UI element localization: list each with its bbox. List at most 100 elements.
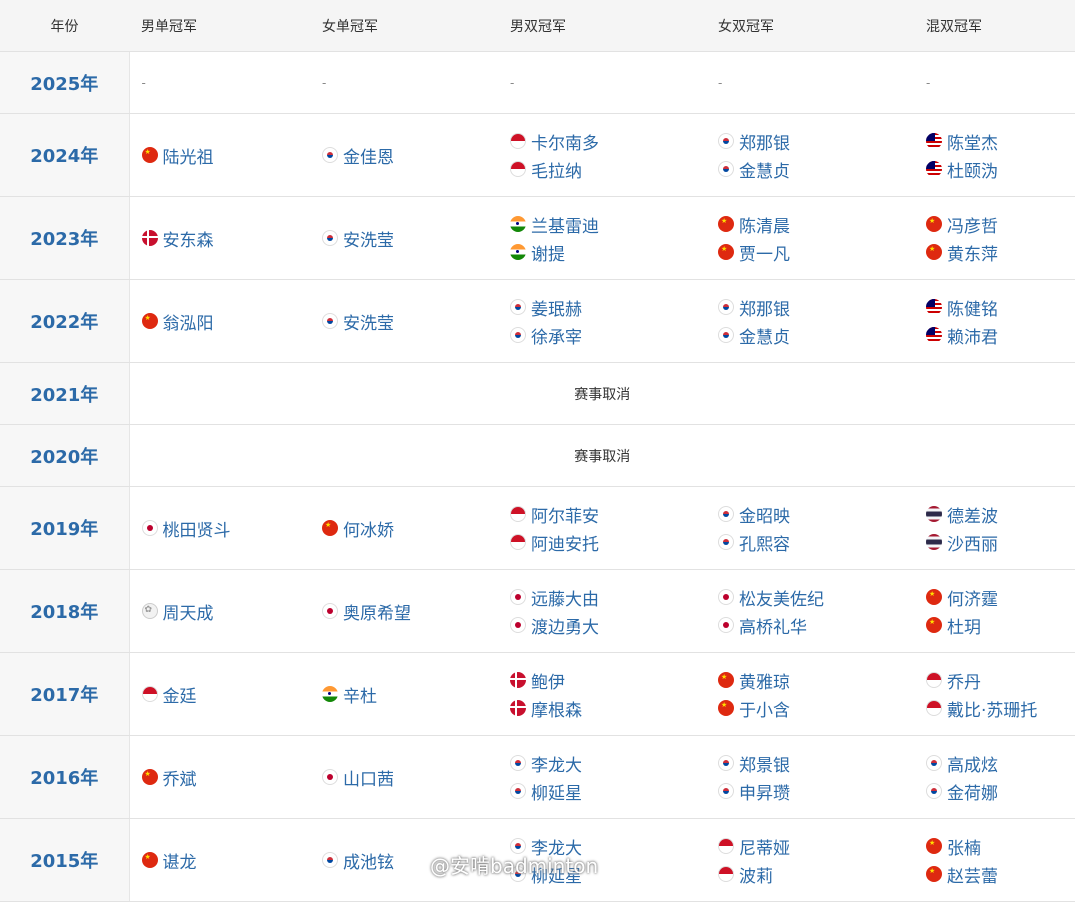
player-entry[interactable]: 谢提 [510,238,706,266]
player-entry[interactable]: 高成炫 [926,749,1075,777]
player-name[interactable]: 山口茜 [343,765,394,790]
player-entry[interactable]: 鲍伊 [510,666,706,694]
player-entry[interactable]: 冯彦哲 [926,210,1075,238]
player-entry[interactable]: 李龙大 [510,749,706,777]
player-entry[interactable]: 柳延星 [510,860,706,888]
player-entry[interactable]: 成池铉 [322,846,498,874]
player-name[interactable]: 何冰娇 [343,516,394,541]
player-name[interactable]: 尼蒂娅 [739,834,790,859]
player-name[interactable]: 安东森 [163,226,214,251]
player-entry[interactable]: 山口茜 [322,763,498,791]
player-entry[interactable]: 渡边勇大 [510,611,706,639]
player-entry[interactable]: 金昭映 [718,500,914,528]
player-entry[interactable]: 金廷 [141,680,311,708]
player-entry[interactable]: 黄雅琼 [718,666,914,694]
player-name[interactable]: 杜颐沩 [947,157,998,182]
player-name[interactable]: 谌龙 [163,848,197,873]
player-name[interactable]: 毛拉纳 [531,157,582,182]
player-name[interactable]: 高成炫 [947,751,998,776]
player-entry[interactable]: 姜珉赫 [510,293,706,321]
player-name[interactable]: 黄雅琼 [739,668,790,693]
player-name[interactable]: 李龙大 [531,751,582,776]
player-entry[interactable]: 孔熙容 [718,528,914,556]
player-entry[interactable]: 黄东萍 [926,238,1075,266]
player-name[interactable]: 李龙大 [531,834,582,859]
player-entry[interactable]: 陆光祖 [141,141,311,169]
player-name[interactable]: 波莉 [739,862,773,887]
player-name[interactable]: 松友美佐纪 [739,585,824,610]
player-entry[interactable]: 乔斌 [141,763,311,791]
player-entry[interactable]: 郑那银 [718,127,914,155]
player-entry[interactable]: 陈健铭 [926,293,1075,321]
player-entry[interactable]: 陈清晨 [718,210,914,238]
player-entry[interactable]: 徐承宰 [510,321,706,349]
player-name[interactable]: 鲍伊 [531,668,565,693]
player-entry[interactable]: 赖沛君 [926,321,1075,349]
player-entry[interactable]: 兰基雷迪 [510,210,706,238]
player-name[interactable]: 黄东萍 [947,240,998,265]
player-name[interactable]: 高桥礼华 [739,613,807,638]
player-name[interactable]: 金廷 [163,682,197,707]
player-name[interactable]: 兰基雷迪 [531,212,599,237]
player-entry[interactable]: 杜颐沩 [926,155,1075,183]
player-name[interactable]: 金昭映 [739,502,790,527]
player-entry[interactable]: 何冰娇 [322,514,498,542]
player-entry[interactable]: 阿迪安托 [510,528,706,556]
player-entry[interactable]: 辛杜 [322,680,498,708]
player-entry[interactable]: 金佳恩 [322,141,498,169]
player-name[interactable]: 赵芸蕾 [947,862,998,887]
player-name[interactable]: 卡尔南多 [531,129,599,154]
player-entry[interactable]: 翁泓阳 [141,307,311,335]
player-name[interactable]: 陆光祖 [163,143,214,168]
player-name[interactable]: 德差波 [947,502,998,527]
player-name[interactable]: 乔斌 [163,765,197,790]
player-name[interactable]: 周天成 [163,599,214,624]
player-name[interactable]: 安洗莹 [343,309,394,334]
player-name[interactable]: 郑景银 [739,751,790,776]
player-entry[interactable]: 桃田贤斗 [141,514,311,542]
player-name[interactable]: 安洗莹 [343,226,394,251]
player-entry[interactable]: 尼蒂娅 [718,832,914,860]
player-name[interactable]: 柳延星 [531,779,582,804]
player-entry[interactable]: 乔丹 [926,666,1075,694]
player-name[interactable]: 金荷娜 [947,779,998,804]
player-entry[interactable]: 杜玥 [926,611,1075,639]
player-entry[interactable]: 波莉 [718,860,914,888]
player-name[interactable]: 徐承宰 [531,323,582,348]
player-name[interactable]: 阿尔菲安 [531,502,599,527]
player-name[interactable]: 桃田贤斗 [163,516,231,541]
player-entry[interactable]: 安东森 [141,224,311,252]
player-name[interactable]: 谢提 [531,240,565,265]
player-entry[interactable]: 安洗莹 [322,307,498,335]
player-name[interactable]: 渡边勇大 [531,613,599,638]
player-name[interactable]: 贾一凡 [739,240,790,265]
player-name[interactable]: 何济霆 [947,585,998,610]
player-name[interactable]: 金慧贞 [739,323,790,348]
player-entry[interactable]: 何济霆 [926,583,1075,611]
player-name[interactable]: 远藤大由 [531,585,599,610]
player-name[interactable]: 杜玥 [947,613,981,638]
player-name[interactable]: 陈健铭 [947,295,998,320]
player-entry[interactable]: 戴比·苏珊托 [926,694,1075,722]
player-entry[interactable]: 郑那银 [718,293,914,321]
player-entry[interactable]: 德差波 [926,500,1075,528]
player-name[interactable]: 赖沛君 [947,323,998,348]
player-entry[interactable]: 陈堂杰 [926,127,1075,155]
player-name[interactable]: 摩根森 [531,696,582,721]
player-name[interactable]: 张楠 [947,834,981,859]
player-entry[interactable]: 贾一凡 [718,238,914,266]
player-name[interactable]: 金慧贞 [739,157,790,182]
player-name[interactable]: 姜珉赫 [531,295,582,320]
player-name[interactable]: 柳延星 [531,862,582,887]
player-entry[interactable]: 谌龙 [141,846,311,874]
player-name[interactable]: 金佳恩 [343,143,394,168]
player-name[interactable]: 沙西丽 [947,530,998,555]
player-name[interactable]: 辛杜 [343,682,377,707]
player-entry[interactable]: 郑景银 [718,749,914,777]
player-name[interactable]: 陈堂杰 [947,129,998,154]
player-name[interactable]: 阿迪安托 [531,530,599,555]
player-name[interactable]: 奥原希望 [343,599,411,624]
player-entry[interactable]: 沙西丽 [926,528,1075,556]
player-entry[interactable]: 安洗莹 [322,224,498,252]
player-entry[interactable]: 摩根森 [510,694,706,722]
